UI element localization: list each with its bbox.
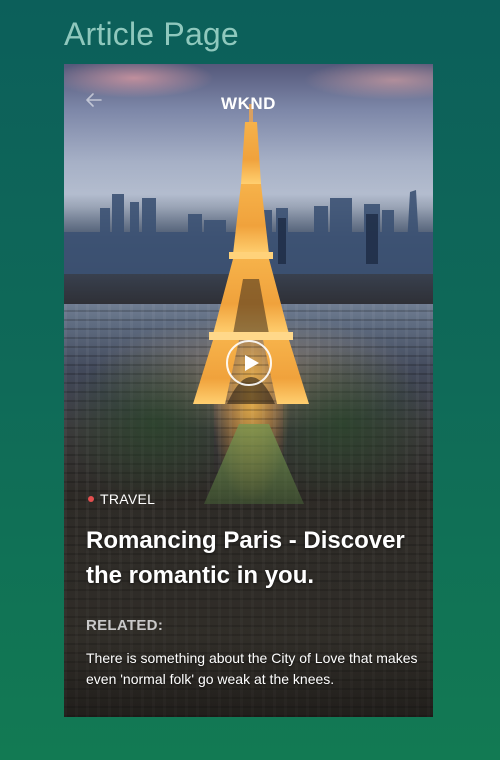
brand-logo[interactable]: WKND bbox=[64, 94, 433, 114]
category-tag[interactable]: TRAVEL bbox=[88, 491, 155, 507]
article-title: Romancing Paris - Discover the romantic … bbox=[86, 527, 405, 589]
category-label: TRAVEL bbox=[100, 491, 156, 507]
page-label: Article Page bbox=[64, 16, 239, 52]
article-screen: WKND TRAVEL Romancing Paris - Discover t… bbox=[64, 64, 433, 717]
related-label: RELATED: bbox=[86, 617, 164, 634]
play-video-button[interactable] bbox=[226, 340, 272, 386]
category-dot bbox=[88, 496, 94, 502]
article-description: There is something about the City of Lov… bbox=[86, 650, 418, 687]
play-icon bbox=[245, 355, 259, 371]
